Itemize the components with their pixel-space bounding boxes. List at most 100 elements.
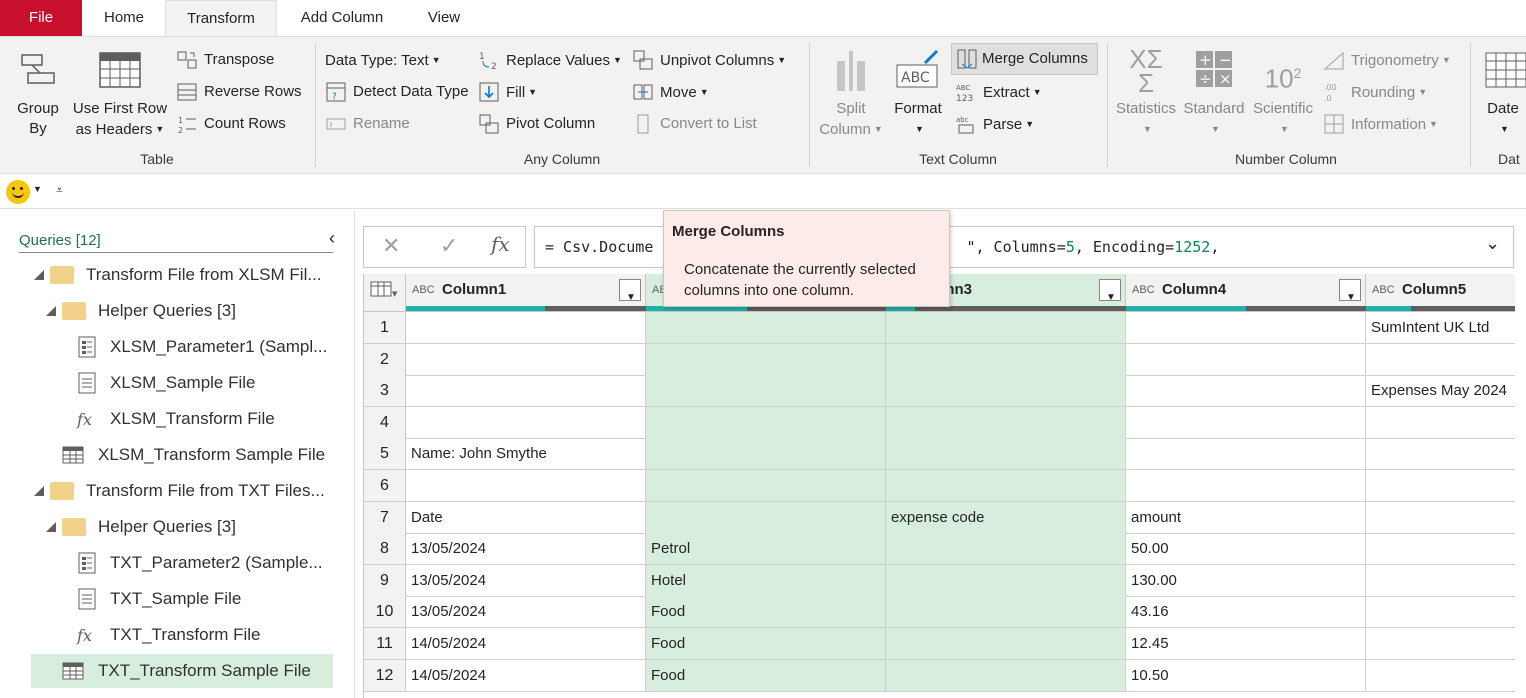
query-tree-item[interactable]: fx TXT_Transform File (0, 618, 340, 652)
column-filter-button[interactable]: ▼ (1099, 279, 1121, 303)
table-cell[interactable]: Food (646, 596, 886, 629)
trigonometry-button[interactable]: Trigonometry ▼ (1323, 49, 1451, 73)
query-tree-item[interactable]: XLSM_Sample File (0, 366, 340, 400)
convert-to-list-button[interactable]: Convert to List (632, 113, 757, 137)
query-tree-item[interactable]: TXT_Transform Sample File (31, 654, 333, 688)
table-cell[interactable]: 50.00 (1126, 533, 1366, 566)
row-number[interactable]: 5 (364, 438, 406, 471)
expand-triangle-icon[interactable] (34, 486, 44, 496)
merge-columns-button[interactable]: Merge Columns (951, 43, 1098, 75)
row-number[interactable]: 2 (364, 343, 406, 376)
tab-add-column[interactable]: Add Column (285, 0, 399, 36)
row-number[interactable]: 3 (364, 375, 406, 408)
table-cell[interactable]: 130.00 (1126, 564, 1366, 597)
table-cell[interactable] (1126, 343, 1366, 376)
tab-file[interactable]: File (0, 0, 82, 36)
table-cell[interactable] (886, 659, 1126, 692)
row-number[interactable]: 11 (364, 628, 406, 660)
fill-button[interactable]: Fill ▼ (478, 81, 537, 105)
split-column-button[interactable]: Split Column ▼ (816, 47, 886, 140)
table-cell[interactable]: 14/05/2024 (406, 628, 646, 660)
move-button[interactable]: Move ▼ (632, 81, 709, 105)
table-cell[interactable]: SumIntent UK Ltd (1366, 312, 1515, 344)
expand-triangle-icon[interactable] (34, 270, 44, 280)
group-by-button[interactable]: Group By (12, 51, 64, 139)
query-tree-item[interactable]: XLSM_Transform Sample File (0, 438, 340, 472)
cancel-icon[interactable]: ✕ (382, 233, 400, 259)
table-cell[interactable] (1366, 470, 1515, 502)
query-tree-item[interactable]: Transform File from TXT Files... (0, 474, 340, 508)
row-number[interactable]: 10 (364, 596, 406, 629)
rename-button[interactable]: Rename (325, 113, 410, 137)
table-cell[interactable]: 12.45 (1126, 628, 1366, 660)
table-cell[interactable] (1126, 438, 1366, 471)
table-cell[interactable] (1366, 438, 1515, 471)
table-cell[interactable] (886, 438, 1126, 471)
table-cell[interactable]: amount (1126, 501, 1366, 534)
row-number[interactable]: 4 (364, 406, 406, 439)
table-cell[interactable] (1366, 407, 1515, 439)
row-number[interactable]: 8 (364, 533, 406, 566)
transpose-button[interactable]: Transpose (176, 49, 274, 73)
table-cell[interactable] (406, 343, 646, 376)
table-cell[interactable] (1366, 502, 1515, 534)
expand-triangle-icon[interactable] (46, 306, 56, 316)
data-type-dropdown[interactable]: Data Type: Text ▼ (325, 49, 441, 73)
scientific-button[interactable]: 102 Scientific ▼ (1250, 47, 1316, 139)
table-cell[interactable]: 13/05/2024 (406, 596, 646, 629)
collapse-pane-icon[interactable]: ‹ (329, 228, 335, 249)
parse-button[interactable]: abc Parse ▼ (955, 113, 1034, 137)
commit-icon[interactable]: ✓ (440, 233, 458, 259)
table-cell[interactable] (1366, 596, 1515, 629)
column-filter-button[interactable]: ▼ (619, 279, 641, 303)
use-first-row-as-headers-button[interactable]: Use First Row as Headers ▼ (70, 51, 170, 140)
table-cell[interactable] (886, 628, 1126, 660)
table-cell[interactable] (646, 470, 886, 502)
table-cell[interactable] (886, 564, 1126, 597)
date-button[interactable]: Date ▼ (1480, 47, 1526, 139)
query-tree-item[interactable]: Helper Queries [3] (0, 510, 340, 544)
table-cell[interactable] (406, 470, 646, 502)
table-cell[interactable] (646, 501, 886, 534)
table-cell[interactable]: Date (406, 501, 646, 534)
table-cell[interactable] (1366, 660, 1515, 692)
table-cell[interactable] (886, 375, 1126, 408)
table-cell[interactable]: Name: John Smythe (406, 438, 646, 471)
table-cell[interactable] (1366, 628, 1515, 660)
row-number[interactable]: 9 (364, 564, 406, 597)
table-cell[interactable] (406, 375, 646, 408)
table-cell[interactable]: Food (646, 628, 886, 660)
count-rows-button[interactable]: 12 Count Rows (176, 113, 286, 137)
table-cell[interactable] (646, 375, 886, 408)
statistics-button[interactable]: XΣ Σ Statistics ▼ (1114, 46, 1178, 139)
table-cell[interactable]: Hotel (646, 564, 886, 597)
table-cell[interactable] (1366, 344, 1515, 376)
table-cell[interactable]: Food (646, 659, 886, 692)
information-button[interactable]: Information ▼ (1323, 113, 1438, 137)
table-cell[interactable] (646, 438, 886, 471)
reverse-rows-button[interactable]: Reverse Rows (176, 81, 302, 105)
extract-button[interactable]: ABC 123 Extract ▼ (955, 81, 1042, 105)
column-header[interactable]: ABC Column4 ▼ (1126, 274, 1366, 312)
format-button[interactable]: ABC Format ▼ (892, 47, 944, 139)
expand-formula-icon[interactable]: ⌄ (1485, 233, 1500, 254)
tab-home[interactable]: Home (88, 0, 160, 36)
table-cell[interactable] (1366, 533, 1515, 566)
table-cell[interactable] (646, 312, 886, 344)
table-cell[interactable] (406, 312, 646, 344)
table-menu-button[interactable]: ▼ (364, 274, 406, 312)
rounding-button[interactable]: .00.0 Rounding ▼ (1323, 81, 1427, 105)
detect-data-type-button[interactable]: ? Detect Data Type (325, 81, 469, 105)
table-cell[interactable] (1126, 312, 1366, 344)
column-filter-button[interactable]: ▼ (1339, 279, 1361, 303)
replace-values-button[interactable]: 12 Replace Values ▼ (478, 49, 622, 73)
table-cell[interactable]: 13/05/2024 (406, 533, 646, 566)
query-tree-item[interactable]: TXT_Parameter2 (Sample... (0, 546, 340, 580)
text-type-icon[interactable]: ABC (1372, 274, 1395, 306)
query-tree-item[interactable]: fx XLSM_Transform File (0, 402, 340, 436)
table-cell[interactable] (646, 406, 886, 439)
tab-view[interactable]: View (410, 0, 478, 36)
smiley-feedback-icon[interactable] (6, 180, 30, 204)
row-number[interactable]: 7 (364, 501, 406, 534)
row-number[interactable]: 1 (364, 312, 406, 344)
